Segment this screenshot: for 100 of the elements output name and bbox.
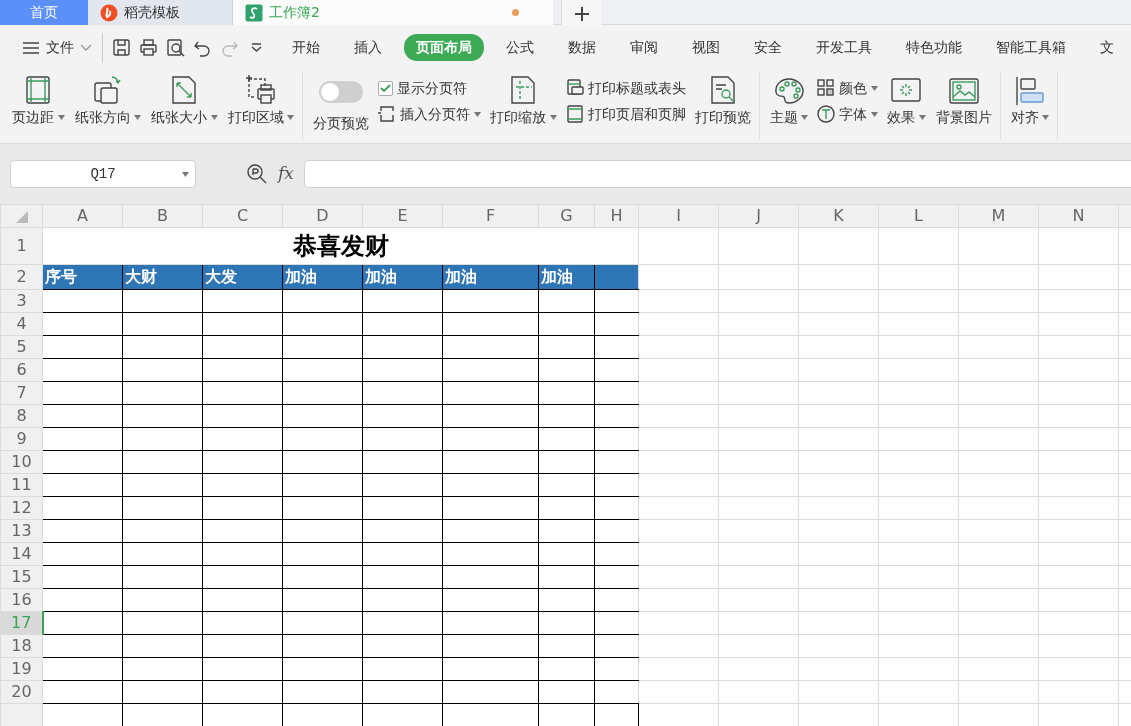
row-header[interactable]: 2 xyxy=(0,264,43,290)
caret-icon xyxy=(210,114,218,120)
row-header[interactable]: 10 xyxy=(0,450,43,474)
window-tab[interactable]: 稻壳模板 xyxy=(88,0,233,25)
caret-icon xyxy=(871,111,878,117)
formula-input[interactable] xyxy=(303,160,1131,188)
column-header[interactable]: A xyxy=(42,204,123,228)
header-cell: 大财 xyxy=(122,264,203,290)
ribbon-tab[interactable]: 开发工具 xyxy=(804,34,884,61)
row-header[interactable]: 9 xyxy=(0,427,43,451)
ribbon-tab[interactable]: 智能工具箱 xyxy=(984,34,1078,61)
print-titles-icon xyxy=(565,79,584,98)
select-all-icon xyxy=(14,209,29,224)
row-header[interactable]: 8 xyxy=(0,404,43,428)
ribbon-button[interactable]: 插入分页符 xyxy=(375,104,484,125)
column-header[interactable]: K xyxy=(798,204,879,228)
picture-icon xyxy=(947,75,980,105)
row-header[interactable]: 7 xyxy=(0,381,43,405)
ribbon-tab[interactable]: 数据 xyxy=(556,34,608,61)
row-header[interactable]: 15 xyxy=(0,565,43,589)
caret-icon xyxy=(287,114,294,120)
ribbon-tab[interactable]: 文 xyxy=(1088,34,1126,61)
row-header[interactable]: 14 xyxy=(0,542,43,566)
row-header[interactable]: 18 xyxy=(0,634,43,658)
ribbon-button[interactable]: 页边距 xyxy=(8,73,69,130)
save-icon xyxy=(112,38,132,57)
sparkle-frame-icon xyxy=(890,75,923,105)
ribbon-tab[interactable]: 特色功能 xyxy=(894,34,974,61)
column-header[interactable]: B xyxy=(122,204,203,228)
ribbon-tab[interactable]: 插入 xyxy=(342,34,394,61)
caret-icon xyxy=(182,172,189,177)
column-header[interactable]: F xyxy=(442,204,539,228)
color-grid-icon xyxy=(817,79,835,98)
ribbon-button[interactable]: 打印页眉和页脚 xyxy=(562,104,689,125)
ribbon-button[interactable]: 字体 xyxy=(814,104,881,125)
new-tab-button[interactable] xyxy=(561,0,601,25)
ribbon-button[interactable]: 对齐 xyxy=(1006,73,1053,130)
column-header[interactable]: I xyxy=(638,204,719,228)
column-header[interactable]: J xyxy=(718,204,799,228)
header-footer-icon xyxy=(565,105,584,124)
column-header[interactable]: C xyxy=(202,204,283,228)
ribbon-button[interactable]: 背景图片 xyxy=(931,73,996,130)
row-header[interactable]: 13 xyxy=(0,519,43,543)
caret-icon xyxy=(918,114,926,120)
row-header[interactable]: 5 xyxy=(0,335,43,359)
ribbon-tab[interactable]: 视图 xyxy=(680,34,732,61)
plus-icon xyxy=(573,5,590,22)
ribbon-tab[interactable]: 公式 xyxy=(494,34,546,61)
ribbon-tab[interactable]: 审阅 xyxy=(618,34,670,61)
ribbon-button[interactable]: 纸张方向 xyxy=(70,73,145,130)
column-header[interactable]: L xyxy=(878,204,959,228)
page-break-icon xyxy=(378,105,396,124)
caret-icon xyxy=(474,111,481,117)
page-break-preview-toggle[interactable]: 分页预览 xyxy=(309,73,373,136)
ribbon-tab[interactable]: 安全 xyxy=(742,34,794,61)
row-header[interactable]: 3 xyxy=(0,289,43,313)
ribbon-tab[interactable]: 开始 xyxy=(280,34,332,61)
header-cell: 加油 xyxy=(282,264,363,290)
ribbon-button[interactable]: 打印区域 xyxy=(223,73,298,130)
column-header[interactable]: G xyxy=(538,204,595,228)
caret-icon xyxy=(134,114,141,120)
row-header[interactable]: 16 xyxy=(0,588,43,612)
window-tab[interactable]: 工作簿2 xyxy=(233,0,553,25)
font-t-icon xyxy=(817,105,835,124)
ribbon-button[interactable]: 纸张大小 xyxy=(147,73,222,130)
caret-icon xyxy=(549,114,557,120)
function-button[interactable]: fx xyxy=(278,161,294,187)
caret-icon xyxy=(871,85,878,91)
spreadsheet-logo-icon xyxy=(245,3,263,22)
column-header[interactable]: E xyxy=(362,204,443,228)
chevron-down-icon xyxy=(80,43,92,52)
ribbon-tab[interactable]: 页面布局 xyxy=(404,34,484,61)
window-tab[interactable]: 首页 xyxy=(0,0,88,25)
header-cell: 加油 xyxy=(362,264,443,290)
column-header[interactable]: N xyxy=(1038,204,1119,228)
name-box[interactable]: Q17 xyxy=(10,160,196,188)
ribbon-button[interactable]: 打印标题或表头 xyxy=(562,78,689,99)
printer-icon xyxy=(139,38,159,57)
checkbox-option[interactable]: 显示分页符 xyxy=(375,78,484,99)
caret-icon xyxy=(57,114,65,120)
header-cell: 序号 xyxy=(42,264,123,290)
row-header[interactable]: 12 xyxy=(0,496,43,520)
row-header[interactable]: 19 xyxy=(0,657,43,681)
ribbon-button[interactable]: 打印缩放 xyxy=(486,73,561,130)
row-header[interactable]: 11 xyxy=(0,473,43,497)
align-left-icon xyxy=(1013,75,1046,105)
row-header[interactable]: 6 xyxy=(0,358,43,382)
column-header[interactable]: H xyxy=(594,204,639,228)
column-header[interactable]: M xyxy=(958,204,1039,228)
row-header[interactable]: 20 xyxy=(0,680,43,704)
caret-icon xyxy=(801,114,808,120)
file-menu[interactable]: 文件 xyxy=(18,37,96,58)
ribbon-button[interactable]: 效果 xyxy=(883,73,930,130)
row-header[interactable]: 4 xyxy=(0,312,43,336)
ribbon-button[interactable]: 打印预览 xyxy=(690,73,755,130)
menu-icon xyxy=(22,40,40,55)
row-header[interactable]: 1 xyxy=(0,227,43,265)
column-header[interactable]: D xyxy=(282,204,363,228)
ribbon-button[interactable]: 颜色 xyxy=(814,78,881,99)
ribbon-button[interactable]: 主题 xyxy=(765,73,812,130)
